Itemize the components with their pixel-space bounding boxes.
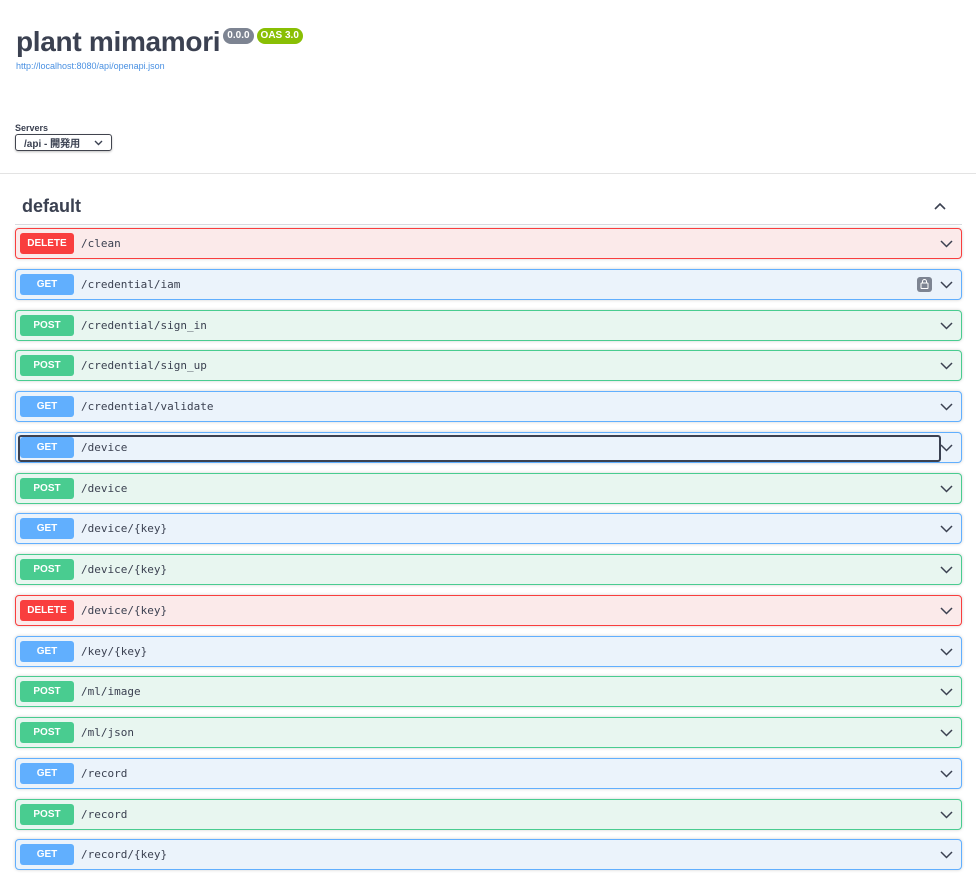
operation-path: /key/{key} (81, 644, 148, 658)
chevron-down-icon (94, 138, 103, 148)
method-badge: POST (20, 681, 74, 703)
chevron-down-icon[interactable] (939, 237, 953, 251)
operation-delete[interactable]: DELETE/device/{key} (15, 594, 962, 626)
lock-icon[interactable] (917, 276, 932, 292)
servers-section: Servers /api - 開発用 (15, 123, 112, 151)
operation-path: /record (81, 766, 128, 780)
chevron-up-icon[interactable] (934, 200, 946, 212)
chevron-down-icon[interactable] (939, 767, 953, 781)
divider (0, 173, 976, 174)
operation-path: /device/{key} (81, 603, 168, 617)
api-title: plant mimamori (16, 26, 221, 57)
method-badge: POST (20, 314, 74, 336)
servers-label: Servers (15, 123, 49, 133)
operation-get[interactable]: GET/device (15, 431, 962, 463)
chevron-down-icon[interactable] (939, 604, 953, 618)
operation-path: /device/{key} (81, 522, 168, 536)
method-badge: POST (20, 355, 74, 377)
method-badge: POST (20, 803, 74, 825)
chevron-down-icon[interactable] (939, 482, 953, 496)
operation-path: /credential/iam (81, 277, 181, 291)
version-badge: 0.0.0 (223, 28, 254, 44)
operation-get[interactable]: GET/key/{key} (15, 635, 962, 667)
operation-path: /record/{key} (81, 848, 168, 862)
operation-path: /record (81, 807, 128, 821)
chevron-down-icon[interactable] (939, 685, 953, 699)
chevron-down-icon[interactable] (939, 808, 953, 822)
operation-path: /credential/sign_in (81, 318, 207, 332)
chevron-down-icon[interactable] (939, 522, 953, 536)
operation-path: /device (81, 440, 128, 454)
operation-path: /clean (81, 237, 121, 250)
method-badge: GET (20, 396, 74, 417)
operation-path: /credential/sign_up (81, 359, 207, 373)
method-badge: GET (20, 273, 74, 295)
method-badge: POST (20, 559, 74, 580)
method-badge: DELETE (20, 233, 74, 254)
operation-delete[interactable]: DELETE/clean (15, 228, 962, 259)
operations-list: DELETE/clean GET/credential/iam POST/crede… (15, 228, 962, 880)
server-select[interactable]: /api - 開発用 (15, 134, 112, 151)
operation-path: /ml/image (81, 685, 141, 699)
title-row: plant mimamori 0.0.0 OAS 3.0 (16, 24, 303, 60)
method-badge: GET (20, 518, 74, 540)
focus-ring (18, 434, 941, 462)
operation-get[interactable]: GET/record/{key} (15, 839, 962, 871)
chevron-down-icon[interactable] (939, 645, 953, 659)
tag-header-default[interactable]: default (15, 188, 962, 225)
chevron-down-icon[interactable] (939, 400, 953, 414)
chevron-down-icon[interactable] (939, 848, 953, 862)
spec-url-link[interactable]: http://localhost:8080/api/openapi.json (16, 61, 303, 71)
operation-get[interactable]: GET/device/{key} (15, 513, 962, 545)
chevron-down-icon[interactable] (939, 278, 953, 292)
tag-name: default (22, 195, 82, 216)
operation-post[interactable]: POST/ml/json (15, 717, 962, 748)
operation-post[interactable]: POST/credential/sign_up (15, 350, 962, 382)
method-badge: DELETE (20, 599, 74, 621)
chevron-down-icon[interactable] (939, 319, 953, 333)
method-badge: GET (20, 844, 74, 866)
operation-post[interactable]: POST/ml/image (15, 676, 962, 708)
operation-path: /device (81, 481, 128, 495)
method-badge: GET (20, 640, 74, 662)
chevron-down-icon[interactable] (939, 563, 953, 577)
chevron-down-icon[interactable] (939, 726, 953, 740)
operation-get[interactable]: GET/credential/validate (15, 391, 962, 422)
method-badge: GET (20, 436, 74, 458)
method-badge: POST (20, 722, 74, 743)
operation-post[interactable]: POST/credential/sign_in (15, 309, 962, 341)
chevron-down-icon[interactable] (939, 441, 953, 455)
method-badge: GET (20, 762, 74, 784)
chevron-down-icon[interactable] (939, 359, 953, 373)
operation-get[interactable]: GET/credential/iam (15, 268, 962, 300)
operation-get[interactable]: GET/record (15, 757, 962, 789)
operation-path: /device/{key} (81, 563, 168, 576)
server-select-value: /api - 開発用 (24, 139, 81, 150)
operation-post[interactable]: POST/record (15, 798, 962, 830)
oas-badge: OAS 3.0 (256, 28, 303, 44)
operation-path: /credential/validate (81, 400, 214, 413)
operation-path: /ml/json (81, 726, 134, 739)
operation-post[interactable]: POST/device (15, 472, 962, 504)
api-info: plant mimamori 0.0.0 OAS 3.0 http://loca… (16, 24, 303, 71)
method-badge: POST (20, 477, 74, 499)
operation-post[interactable]: POST/device/{key} (15, 554, 962, 585)
